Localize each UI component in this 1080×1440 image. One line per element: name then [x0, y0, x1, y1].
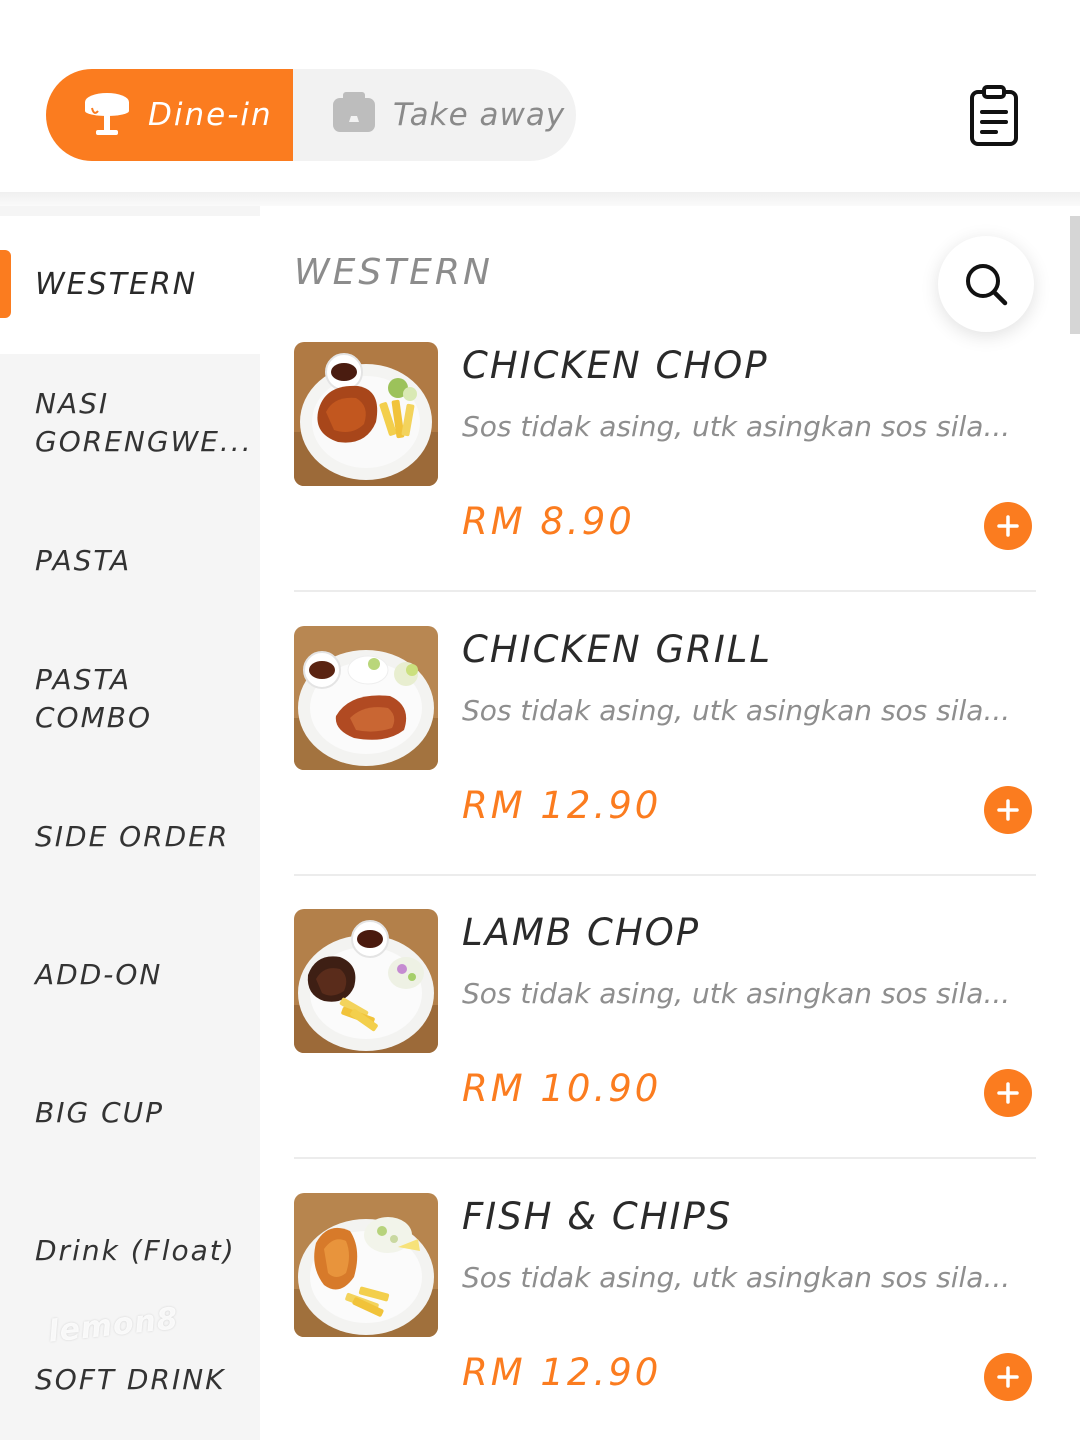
sidebar-item-label: WESTERN [35, 267, 198, 302]
search-button[interactable] [938, 236, 1034, 332]
sidebar-item-drink-float[interactable]: Drink (Float) [0, 1182, 260, 1320]
item-name[interactable]: CHICKEN GRILL [462, 628, 772, 671]
menu-item: LAMB CHOP Sos tidak asing, utk asingkan … [294, 909, 1036, 1193]
sidebar-item-label: SOFT DRINK [35, 1363, 226, 1396]
sidebar-item-pasta[interactable]: PASTA [0, 492, 260, 630]
sidebar-item-big-cup[interactable]: BIG CUP [0, 1044, 260, 1182]
item-description: Sos tidak asing, utk asingkan sos sila..… [462, 410, 1011, 443]
add-to-cart-button[interactable] [984, 502, 1032, 550]
item-divider [294, 874, 1036, 876]
item-divider [294, 1157, 1036, 1159]
dining-table-icon [82, 88, 132, 142]
sidebar-item-side-order[interactable]: SIDE ORDER [0, 768, 260, 906]
add-to-cart-button[interactable] [984, 1353, 1032, 1401]
takeaway-bag-icon [331, 92, 377, 138]
plus-icon [997, 1366, 1019, 1388]
sidebar-item-label: PASTA COMBO [35, 663, 152, 734]
add-to-cart-button[interactable] [984, 1069, 1032, 1117]
active-category-indicator [0, 250, 11, 318]
sidebar-item-western[interactable]: WESTERN [0, 216, 260, 354]
sidebar-item-label: BIG CUP [35, 1096, 164, 1129]
order-type-toggle: Dine-in Take away [46, 69, 576, 161]
sidebar-item-nasi-gorengwe[interactable]: NASI GORENGWE... [0, 354, 260, 492]
item-divider [294, 590, 1036, 592]
food-photo-lamb-chop[interactable] [294, 909, 438, 1053]
item-description: Sos tidak asing, utk asingkan sos sila..… [462, 694, 1011, 727]
item-price: RM 12.90 [462, 784, 662, 827]
section-title: WESTERN [294, 252, 493, 293]
sidebar-item-label: NASI GORENGWE... [35, 387, 253, 458]
tab-take-away[interactable]: Take away [293, 69, 576, 161]
item-price: RM 10.90 [462, 1067, 662, 1110]
sidebar-item-add-on[interactable]: ADD-ON [0, 906, 260, 1044]
scrollbar[interactable] [1070, 216, 1080, 334]
menu-item: CHICKEN GRILL Sos tidak asing, utk asing… [294, 626, 1036, 910]
menu-item: CHICKEN CHOP Sos tidak asing, utk asingk… [294, 342, 1036, 626]
item-name[interactable]: CHICKEN CHOP [462, 344, 769, 387]
search-icon [966, 264, 1008, 306]
item-description: Sos tidak asing, utk asingkan sos sila..… [462, 1261, 1011, 1294]
sidebar-item-pasta-combo[interactable]: PASTA COMBO [0, 630, 260, 768]
sidebar-item-label: PASTA [35, 544, 132, 577]
plus-icon [997, 1082, 1019, 1104]
sidebar-item-label: Drink (Float) [35, 1234, 236, 1267]
plus-icon [997, 515, 1019, 537]
order-list-button[interactable] [962, 84, 1026, 148]
add-to-cart-button[interactable] [984, 786, 1032, 834]
tab-dine-in-label: Dine-in [148, 97, 273, 133]
header: Dine-in Take away [0, 0, 1080, 195]
tab-take-away-label: Take away [393, 97, 566, 133]
sidebar-item-label: SIDE ORDER [35, 820, 230, 853]
food-photo-chicken-grill[interactable] [294, 626, 438, 770]
item-name[interactable]: LAMB CHOP [462, 911, 700, 954]
item-description: Sos tidak asing, utk asingkan sos sila..… [462, 977, 1011, 1010]
header-divider [0, 192, 1080, 206]
item-name[interactable]: FISH & CHIPS [462, 1195, 732, 1238]
food-photo-chicken-chop[interactable] [294, 342, 438, 486]
item-price: RM 12.90 [462, 1351, 662, 1394]
food-photo-fish-and-chips[interactable] [294, 1193, 438, 1337]
tab-dine-in[interactable]: Dine-in [46, 69, 293, 161]
item-price: RM 8.90 [462, 500, 635, 543]
sidebar-item-label: ADD-ON [35, 958, 163, 991]
menu-item: FISH & CHIPS Sos tidak asing, utk asingk… [294, 1193, 1036, 1440]
clipboard-icon [970, 85, 1018, 146]
plus-icon [997, 799, 1019, 821]
